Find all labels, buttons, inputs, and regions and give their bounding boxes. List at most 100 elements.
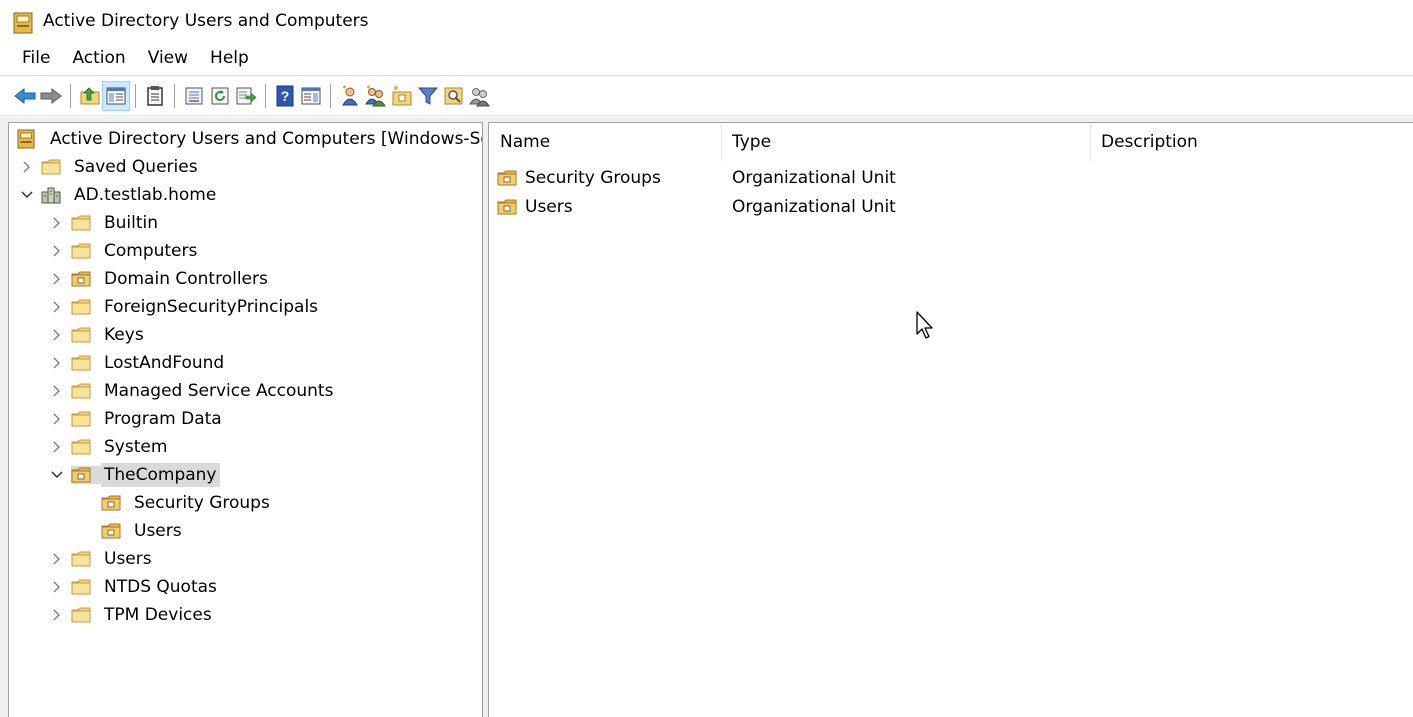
tree-item-users[interactable]: Users bbox=[49, 546, 155, 572]
folder-icon bbox=[41, 158, 61, 176]
create-user-button[interactable] bbox=[337, 82, 363, 110]
tree-item-label: TheCompany bbox=[101, 463, 220, 487]
chevron-right-icon[interactable] bbox=[49, 327, 65, 343]
tree-item-foreign-security-principals[interactable]: ForeignSecurityPrincipals bbox=[49, 294, 321, 320]
tree-root[interactable]: Active Directory Users and Computers [Wi… bbox=[17, 126, 482, 152]
find-button[interactable] bbox=[441, 82, 467, 110]
show-hide-console-tree-button[interactable] bbox=[102, 81, 130, 111]
chevron-right-icon[interactable] bbox=[49, 383, 65, 399]
organizational-unit-icon bbox=[101, 494, 121, 512]
create-user-icon bbox=[342, 85, 358, 106]
up-one-level-button[interactable] bbox=[77, 82, 103, 110]
list-item-type: Organizational Unit bbox=[732, 168, 896, 188]
aduc-app-icon bbox=[13, 12, 33, 34]
aduc-snapin-icon bbox=[17, 129, 37, 149]
tree-item-security-groups[interactable]: Security Groups bbox=[101, 490, 273, 516]
chevron-right-icon[interactable] bbox=[49, 299, 65, 315]
folder-icon bbox=[71, 214, 91, 232]
add-to-group-icon bbox=[469, 88, 490, 107]
chevron-right-icon[interactable] bbox=[49, 607, 65, 623]
tree-item-domain[interactable]: AD.testlab.home bbox=[19, 182, 219, 208]
refresh-button[interactable] bbox=[207, 82, 233, 110]
toolbar-separator bbox=[330, 84, 331, 108]
chevron-right-icon[interactable] bbox=[49, 579, 65, 595]
organizational-unit-icon bbox=[101, 522, 121, 540]
tree-item-domain-controllers[interactable]: Domain Controllers bbox=[49, 266, 271, 292]
tree-item-thecompany[interactable]: TheCompany bbox=[49, 462, 220, 488]
console-tree[interactable]: Active Directory Users and Computers [Wi… bbox=[8, 122, 483, 717]
list-item-type: Organizational Unit bbox=[732, 197, 896, 217]
menu-action[interactable]: Action bbox=[61, 45, 136, 71]
copy-button[interactable] bbox=[142, 82, 168, 110]
tree-item-managed-service-accounts[interactable]: Managed Service Accounts bbox=[49, 378, 336, 404]
back-arrow-icon bbox=[14, 87, 36, 105]
list-item-name-cell: Users bbox=[497, 193, 573, 221]
tree-item-keys[interactable]: Keys bbox=[49, 322, 147, 348]
create-group-icon bbox=[365, 85, 386, 107]
chevron-right-icon[interactable] bbox=[49, 355, 65, 371]
list-item-name: Users bbox=[525, 197, 573, 217]
column-header-type[interactable]: Type bbox=[721, 123, 1090, 161]
svg-text:?: ? bbox=[281, 88, 290, 104]
tree-item-label: NTDS Quotas bbox=[104, 577, 217, 597]
tree-item-label: Keys bbox=[104, 325, 144, 345]
folder-icon bbox=[71, 410, 91, 428]
toolbar-separator bbox=[135, 84, 136, 108]
mouse-cursor-icon bbox=[916, 311, 933, 339]
list-item[interactable]: Users Organizational Unit bbox=[489, 193, 1413, 221]
folder-icon bbox=[71, 578, 91, 596]
tree-item-program-data[interactable]: Program Data bbox=[49, 406, 225, 432]
menu-view[interactable]: View bbox=[137, 45, 199, 71]
folder-icon bbox=[71, 326, 91, 344]
chevron-right-icon[interactable] bbox=[49, 271, 65, 287]
organizational-unit-icon bbox=[71, 466, 101, 484]
tree-item-computers[interactable]: Computers bbox=[49, 238, 200, 264]
toolbar-separator bbox=[174, 84, 175, 108]
tree-item-label: TPM Devices bbox=[104, 605, 212, 625]
back-button[interactable] bbox=[12, 82, 38, 110]
help-button[interactable]: ? bbox=[272, 82, 298, 110]
up-one-level-icon bbox=[80, 87, 100, 105]
chevron-right-icon[interactable] bbox=[49, 243, 65, 259]
tree-item-thecompany-users[interactable]: Users bbox=[101, 518, 185, 544]
forward-arrow-icon bbox=[40, 87, 62, 105]
menu-file[interactable]: File bbox=[12, 45, 61, 71]
chevron-right-icon[interactable] bbox=[49, 215, 65, 231]
tree-item-label: Saved Queries bbox=[74, 157, 198, 177]
menu-help[interactable]: Help bbox=[199, 45, 260, 71]
tree-item-system[interactable]: System bbox=[49, 434, 170, 460]
column-header-name[interactable]: Name bbox=[489, 123, 721, 161]
chevron-right-icon[interactable] bbox=[19, 159, 35, 175]
filter-button[interactable] bbox=[415, 82, 441, 110]
add-to-group-button[interactable] bbox=[467, 82, 493, 110]
create-ou-button[interactable] bbox=[389, 82, 415, 110]
show-action-pane-button[interactable] bbox=[298, 82, 324, 110]
list-item[interactable]: Security Groups Organizational Unit bbox=[489, 164, 1413, 192]
details-list-view[interactable]: Name Type Description Security Groups Or… bbox=[488, 122, 1413, 717]
organizational-unit-icon bbox=[497, 169, 517, 187]
tree-item-builtin[interactable]: Builtin bbox=[49, 210, 161, 236]
folder-icon bbox=[71, 550, 91, 568]
export-list-button[interactable] bbox=[233, 82, 259, 110]
chevron-right-icon[interactable] bbox=[49, 439, 65, 455]
forward-button[interactable] bbox=[38, 82, 64, 110]
chevron-down-icon[interactable] bbox=[49, 467, 65, 483]
title-bar: Active Directory Users and Computers bbox=[0, 0, 1413, 44]
chevron-right-icon[interactable] bbox=[49, 551, 65, 567]
create-group-button[interactable] bbox=[363, 82, 389, 110]
tree-item-label: Computers bbox=[104, 241, 198, 261]
tree-item-tpm-devices[interactable]: TPM Devices bbox=[49, 602, 215, 628]
tree-item-label: LostAndFound bbox=[104, 353, 225, 373]
tree-item-saved-queries[interactable]: Saved Queries bbox=[19, 154, 201, 180]
tree-item-label: Domain Controllers bbox=[104, 269, 268, 289]
toolbar: ? bbox=[12, 80, 493, 112]
column-header-description[interactable]: Description bbox=[1090, 123, 1413, 161]
tree-item-ntds-quotas[interactable]: NTDS Quotas bbox=[49, 574, 220, 600]
chevron-right-icon[interactable] bbox=[49, 411, 65, 427]
tree-item-lost-and-found[interactable]: LostAndFound bbox=[49, 350, 227, 376]
find-icon bbox=[444, 87, 463, 105]
show-action-pane-icon bbox=[301, 87, 321, 105]
properties-button[interactable] bbox=[181, 82, 207, 110]
chevron-down-icon[interactable] bbox=[19, 187, 35, 203]
folder-icon bbox=[71, 242, 91, 260]
